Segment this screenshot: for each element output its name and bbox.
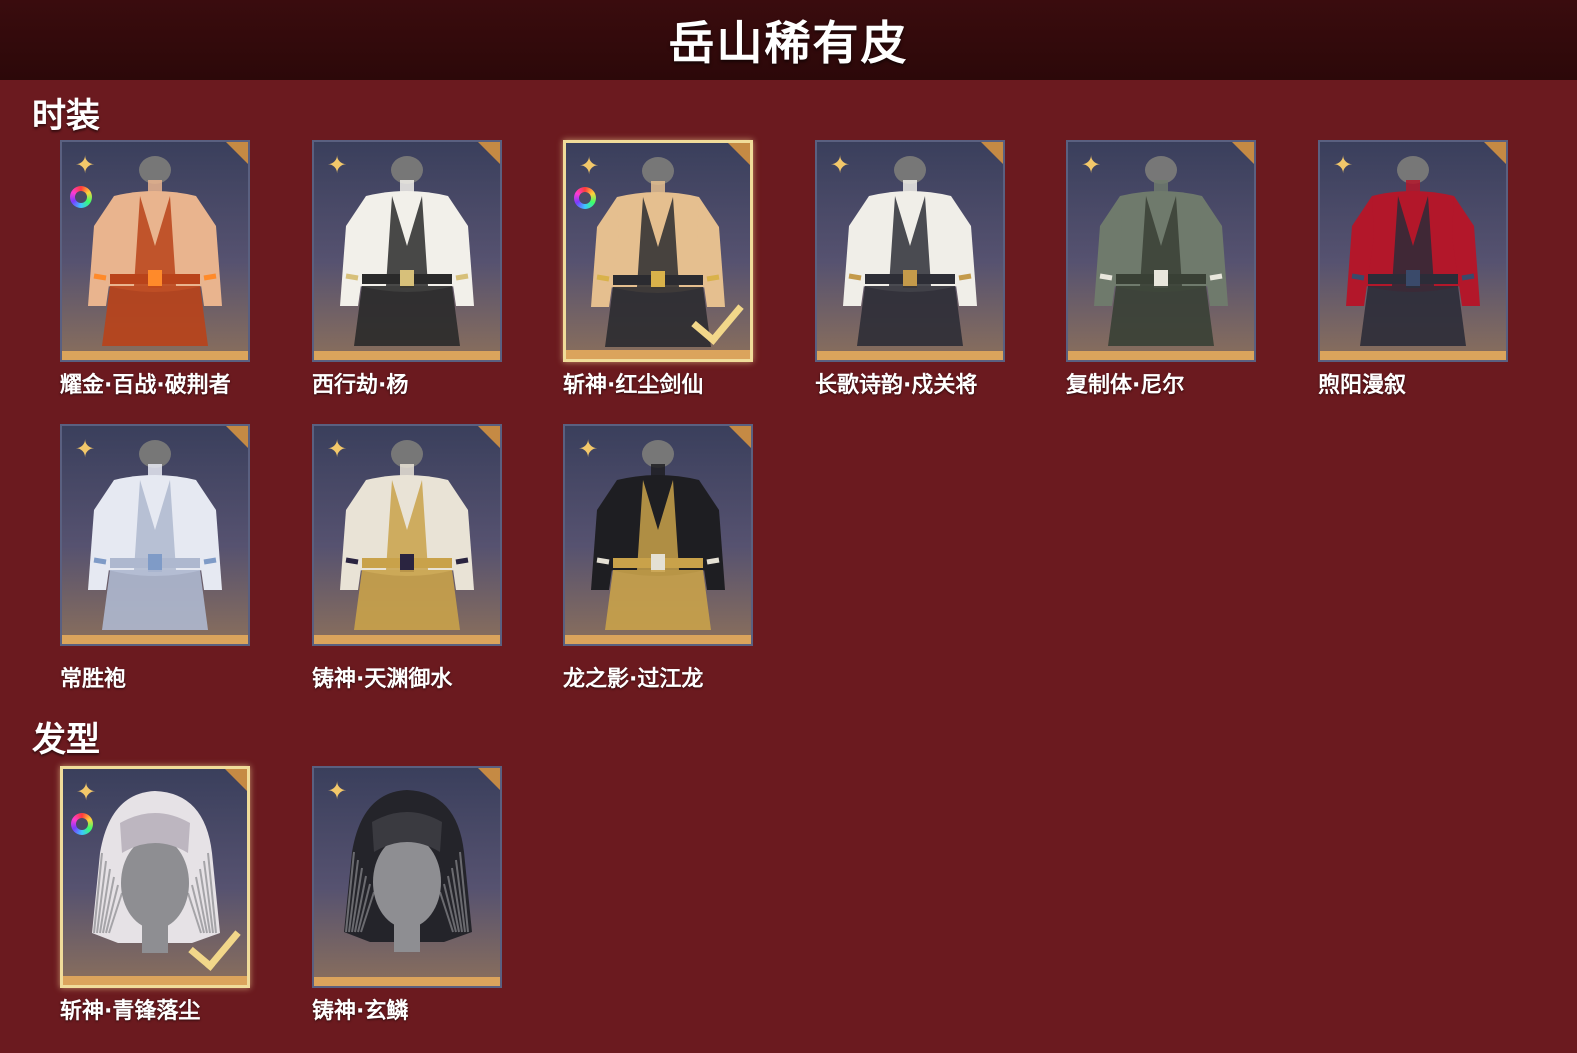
flower-quality-icon: ✦ <box>74 151 96 179</box>
hair-card[interactable]: ✦ <box>312 766 502 988</box>
hair-card-label: 铸神·玄鳞 <box>312 999 409 1024</box>
flower-quality-icon: ✦ <box>1080 151 1102 179</box>
outfit-preview-image <box>340 440 474 630</box>
page-title: 岳山稀有皮 <box>668 16 909 70</box>
rarity-bar <box>314 635 500 644</box>
rarity-bar <box>63 976 247 985</box>
corner-tag-icon <box>226 426 248 448</box>
fashion-card[interactable]: ✦ <box>815 140 1005 362</box>
corner-tag-icon <box>225 769 247 791</box>
page-header: 岳山稀有皮 <box>0 0 1577 80</box>
section-title-hair: 发型 <box>32 720 100 760</box>
rarity-bar <box>62 635 248 644</box>
hair-card-label: 斩神·青锋落尘 <box>60 999 201 1024</box>
fashion-card[interactable]: ✦ <box>312 140 502 362</box>
corner-tag-icon <box>1232 142 1254 164</box>
fashion-card-label: 铸神·天渊御水 <box>312 667 453 692</box>
fashion-card[interactable]: ✦ <box>563 140 753 362</box>
flower-quality-icon: ✦ <box>577 435 599 463</box>
flower-quality-icon: ✦ <box>326 435 348 463</box>
outfit-preview-image <box>88 440 222 630</box>
outfit-preview-image <box>340 156 474 346</box>
fashion-card[interactable]: ✦ <box>1066 140 1256 362</box>
outfit-preview-image <box>88 156 222 346</box>
corner-tag-icon <box>728 143 750 165</box>
rarity-bar <box>565 635 751 644</box>
fashion-card-label: 耀金·百战·破荆者 <box>60 373 231 398</box>
corner-tag-icon <box>478 142 500 164</box>
rarity-bar <box>1320 351 1506 360</box>
hairstyle-preview-image <box>344 790 472 952</box>
flower-quality-icon: ✦ <box>1332 151 1354 179</box>
outfit-preview-image <box>591 440 725 630</box>
rarity-bar <box>1068 351 1254 360</box>
fashion-card-label: 斩神·红尘剑仙 <box>563 373 704 398</box>
fashion-card[interactable]: ✦ <box>60 424 250 646</box>
fashion-card-label: 长歌诗韵·戍关将 <box>815 373 978 398</box>
flower-quality-icon: ✦ <box>326 777 348 805</box>
fashion-card-label: 龙之影·过江龙 <box>563 667 704 692</box>
fashion-card[interactable]: ✦ <box>563 424 753 646</box>
corner-tag-icon <box>981 142 1003 164</box>
flower-quality-icon: ✦ <box>75 778 97 806</box>
flower-quality-icon: ✦ <box>326 151 348 179</box>
corner-tag-icon <box>1484 142 1506 164</box>
rarity-bar <box>817 351 1003 360</box>
corner-tag-icon <box>226 142 248 164</box>
corner-tag-icon <box>478 426 500 448</box>
dye-color-wheel-icon <box>70 186 92 208</box>
rarity-bar <box>314 977 500 986</box>
flower-quality-icon: ✦ <box>578 152 600 180</box>
rarity-bar <box>62 351 248 360</box>
fashion-card-label: 常胜袍 <box>60 667 127 692</box>
fashion-card-label: 煦阳漫叙 <box>1318 373 1407 398</box>
rarity-bar <box>566 350 750 359</box>
fashion-card[interactable]: ✦ <box>312 424 502 646</box>
hair-card[interactable]: ✦ <box>60 766 250 988</box>
flower-quality-icon: ✦ <box>829 151 851 179</box>
fashion-card-label: 复制体·尼尔 <box>1066 373 1185 398</box>
outfit-preview-image <box>1346 156 1480 346</box>
section-title-fashion: 时装 <box>32 96 100 136</box>
outfit-preview-image <box>843 156 977 346</box>
flower-quality-icon: ✦ <box>74 435 96 463</box>
corner-tag-icon <box>729 426 751 448</box>
rarity-bar <box>314 351 500 360</box>
dye-color-wheel-icon <box>574 187 596 209</box>
fashion-card[interactable]: ✦ <box>60 140 250 362</box>
corner-tag-icon <box>478 768 500 790</box>
dye-color-wheel-icon <box>71 813 93 835</box>
outfit-preview-image <box>1094 156 1228 346</box>
fashion-card[interactable]: ✦ <box>1318 140 1508 362</box>
fashion-card-label: 西行劫·杨 <box>312 373 409 398</box>
